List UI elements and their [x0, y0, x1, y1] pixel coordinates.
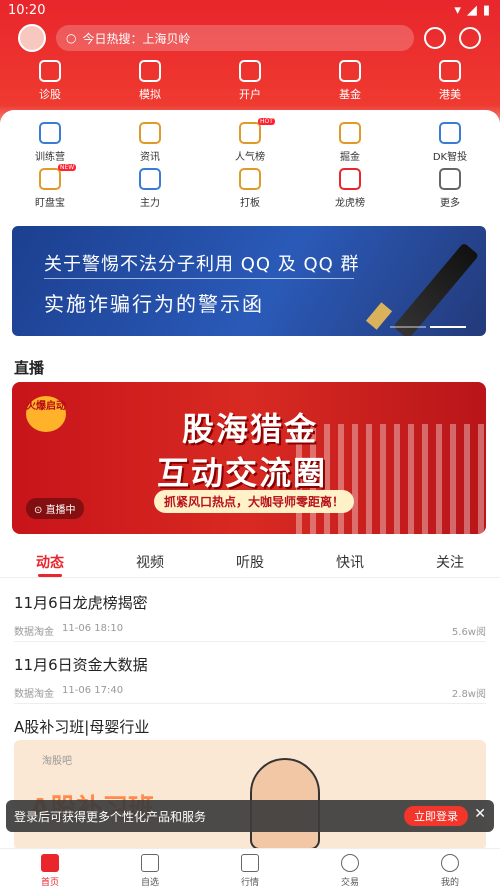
grid-item-gold[interactable]: 掘金: [300, 122, 400, 168]
list-item[interactable]: 11月6日资金大数据 数据淘金 11-06 17:40 2.8w阅: [0, 654, 500, 700]
camp-icon: [39, 122, 61, 144]
watch-icon: [39, 168, 61, 190]
live-status-badge: ⊙ 直播中: [26, 498, 84, 519]
signal-icon: ◢: [466, 3, 477, 18]
grid-item-more[interactable]: 更多: [400, 168, 500, 214]
status-time: 10:20: [8, 3, 46, 18]
grid-item-watch[interactable]: NEW 盯盘宝: [0, 164, 100, 214]
home-icon: [41, 854, 59, 872]
grid-item-news[interactable]: 资讯: [100, 122, 200, 168]
bottom-nav-market[interactable]: 行情: [200, 849, 300, 888]
more-icon: [439, 168, 461, 190]
divider: [14, 703, 486, 704]
hk-us-icon: [439, 60, 461, 82]
grid-item-camp[interactable]: 训练营: [0, 122, 100, 168]
hot-start-badge: 火爆启动: [26, 396, 66, 432]
grid-item-popular[interactable]: HOT 人气榜: [200, 118, 300, 168]
banner-line2: 实施诈骗行为的警示函: [44, 292, 264, 316]
banner-indicator: [390, 326, 466, 328]
bottom-nav-trade[interactable]: 交易: [300, 849, 400, 888]
banner-line1: 关于警惕不法分子利用 QQ 及 QQ 群: [44, 254, 360, 275]
search-hot-text: 今日热搜：上海贝岭: [82, 31, 191, 46]
login-toast: 登录后可获得更多个性化产品和服务 立即登录 ✕: [6, 800, 494, 832]
pen-nib-image: [365, 302, 393, 330]
top-nav-item-fund[interactable]: 基金: [300, 60, 400, 102]
news-icon: [139, 122, 161, 144]
promo-title-row[interactable]: A股补习班|母婴行业: [0, 716, 500, 737]
hot-badge: HOT: [258, 118, 275, 125]
customer-service-icon[interactable]: [424, 27, 446, 49]
trophy-icon: [339, 168, 361, 190]
tab-flash[interactable]: 快讯: [300, 546, 400, 577]
status-icons: ▾ ◢ ▮: [454, 3, 490, 18]
live-icon: ⊙: [34, 505, 46, 516]
top-nav-item-diagnose[interactable]: 诊股: [0, 60, 100, 102]
divider: [14, 641, 486, 642]
live-banner[interactable]: 火爆启动 股海猎金 互动交流圈 抓紧风口热点，大咖导师零距离！ ⊙ 直播中: [12, 382, 486, 534]
tab-video[interactable]: 视频: [100, 546, 200, 577]
board-icon: [239, 168, 261, 190]
popular-icon: [239, 122, 261, 144]
news-views: 5.6w阅: [451, 627, 486, 638]
user-icon: [441, 854, 459, 872]
avatar[interactable]: [18, 24, 46, 52]
feed-tabs: 动态 视频 听股 快讯 关注: [0, 546, 500, 578]
new-badge: NEW: [58, 164, 77, 171]
trade-icon: [341, 854, 359, 872]
bottom-nav-watchlist[interactable]: 自选: [100, 849, 200, 888]
live-section-title: 直播: [14, 359, 45, 377]
message-icon[interactable]: [459, 27, 481, 49]
toast-text: 登录后可获得更多个性化产品和服务: [14, 809, 207, 824]
checklist-icon: [141, 854, 159, 872]
grid-item-dk[interactable]: DK智投: [400, 122, 500, 168]
bottom-nav-profile[interactable]: 我的: [400, 849, 500, 888]
banner-divider: [44, 278, 354, 279]
gold-icon: [339, 122, 361, 144]
account-icon: [239, 60, 261, 82]
top-nav-item-account[interactable]: 开户: [200, 60, 300, 102]
simulate-icon: [139, 60, 161, 82]
grid-item-main-force[interactable]: 主力: [100, 168, 200, 214]
promo-image[interactable]: 淘股吧 A股补习班: [14, 740, 486, 850]
main-force-icon: [139, 168, 161, 190]
pen-image: [392, 242, 480, 336]
chart-icon: [241, 854, 259, 872]
fund-icon: [339, 60, 361, 82]
tab-dynamic[interactable]: 动态: [0, 546, 100, 577]
bottom-nav: 首页 自选 行情 交易 我的: [0, 848, 500, 888]
news-title: 11月6日资金大数据: [14, 656, 148, 674]
tab-follow[interactable]: 关注: [400, 546, 500, 577]
news-source: 数据淘金: [14, 689, 54, 700]
promo-title: A股补习班|母婴行业: [14, 718, 150, 736]
top-nav-item-simulate[interactable]: 模拟: [100, 60, 200, 102]
news-source: 数据淘金: [14, 627, 54, 638]
top-nav: 诊股 模拟 开户 基金 港美: [0, 60, 500, 102]
promo-logo: 淘股吧: [42, 756, 72, 767]
news-time: 11-06 17:40: [62, 685, 124, 696]
news-title: 11月6日龙虎榜揭密: [14, 594, 148, 612]
close-icon[interactable]: ✕: [474, 806, 486, 822]
status-bar: 10:20 ▾ ◢ ▮: [0, 0, 500, 22]
grid-item-board[interactable]: 打板: [200, 168, 300, 214]
live-title-1: 股海猎金: [182, 410, 319, 448]
live-title-2: 互动交流圈: [157, 454, 328, 492]
search-icon: ○: [66, 31, 77, 45]
dk-icon: [439, 122, 461, 144]
news-time: 11-06 18:10: [62, 623, 124, 634]
login-button[interactable]: 立即登录: [404, 806, 468, 826]
warning-banner[interactable]: 关于警惕不法分子利用 QQ 及 QQ 群 实施诈骗行为的警示函: [12, 226, 486, 336]
search-bar[interactable]: ○ 今日热搜：上海贝岭: [56, 25, 414, 51]
feature-grid: 训练营 资讯 HOT 人气榜 掘金 DK智投 NEW 盯盘宝 主力 打板 龙虎榜 更…: [0, 118, 500, 214]
grid-item-trophy[interactable]: 龙虎榜: [300, 168, 400, 214]
bottom-nav-home[interactable]: 首页: [0, 849, 100, 888]
wifi-icon: ▾: [454, 3, 461, 18]
top-nav-item-hkus[interactable]: 港美: [400, 60, 500, 102]
news-views: 2.8w阅: [451, 689, 486, 700]
battery-icon: ▮: [482, 3, 490, 18]
list-item[interactable]: 11月6日龙虎榜揭密 数据淘金 11-06 18:10 5.6w阅: [0, 592, 500, 638]
live-subtitle: 抓紧风口热点，大咖导师零距离！: [154, 490, 355, 513]
tab-listen[interactable]: 听股: [200, 546, 300, 577]
robot-icon: [39, 60, 61, 82]
